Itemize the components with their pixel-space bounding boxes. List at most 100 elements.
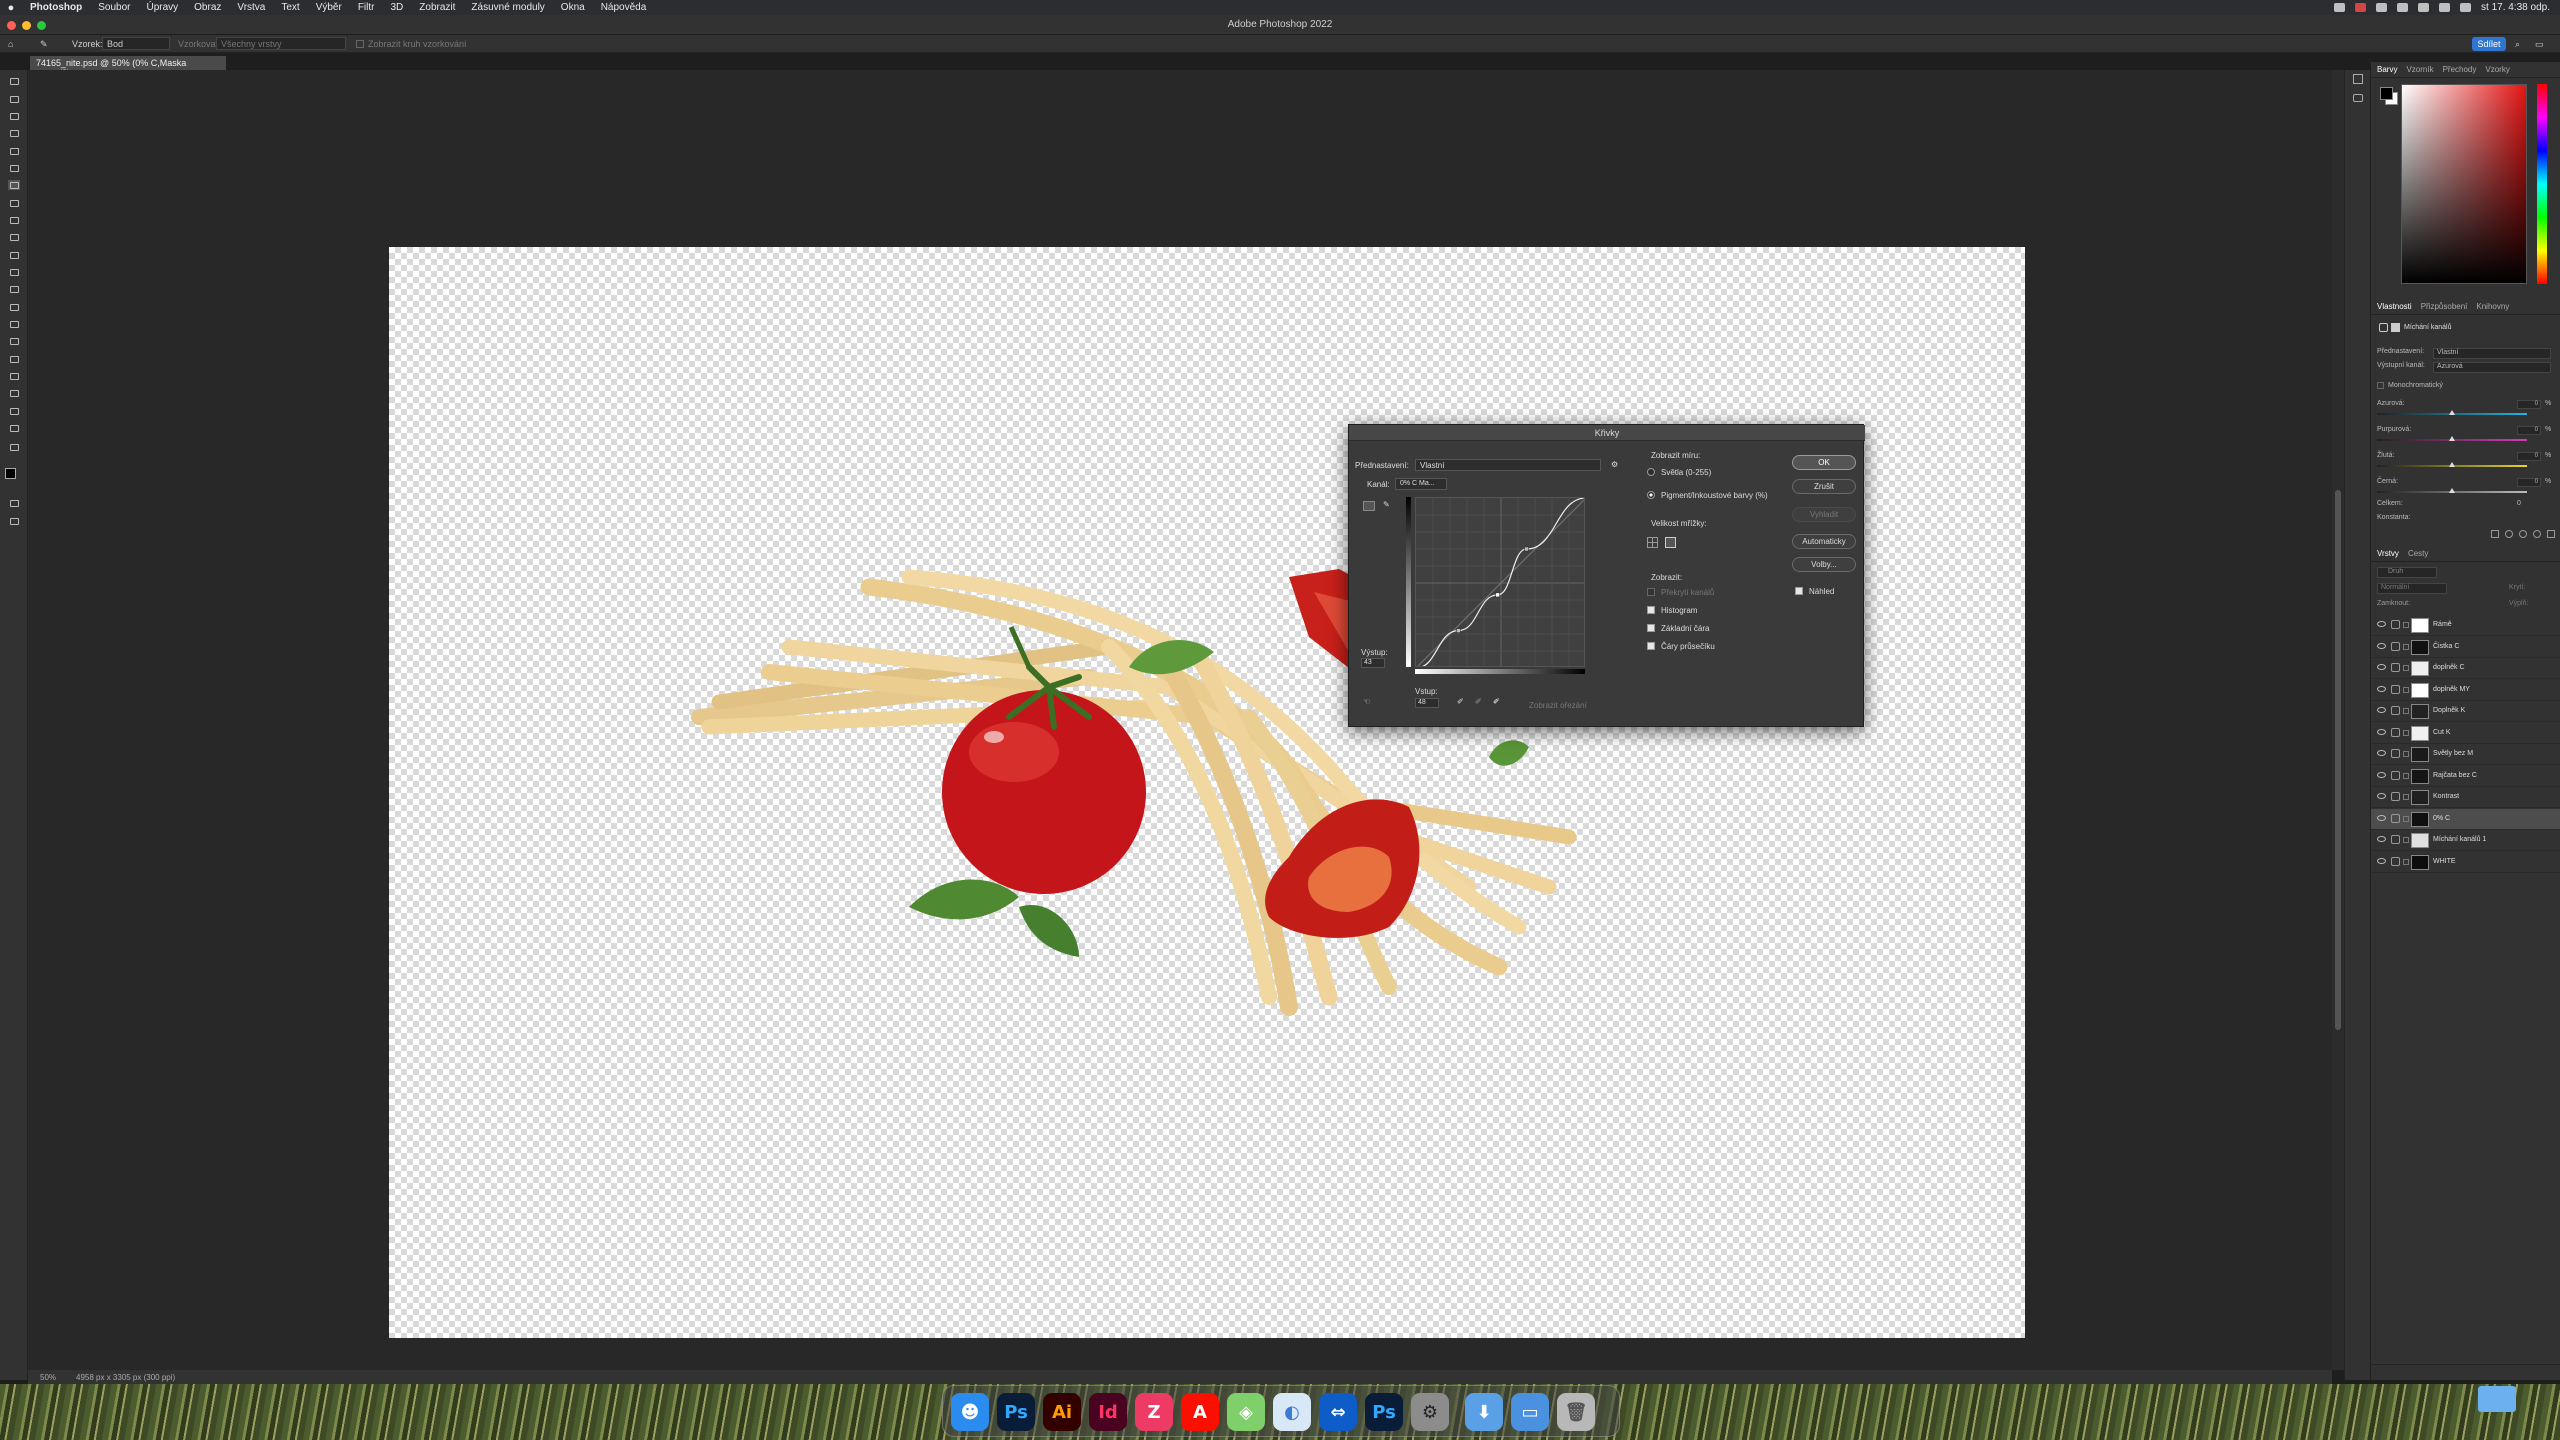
preset-options-icon[interactable]: ⚙: [1611, 460, 1618, 469]
tab-gradients[interactable]: Přechody: [2443, 65, 2477, 74]
menu-window[interactable]: Okna: [553, 2, 593, 13]
link-icon[interactable]: [2403, 622, 2409, 628]
gray-point-eyedropper-icon[interactable]: ✐: [1475, 697, 1482, 706]
output-value[interactable]: 43: [1361, 658, 1385, 668]
hue-slider[interactable]: [2537, 84, 2547, 284]
layer-row[interactable]: 0% C: [2371, 808, 2560, 830]
comments-panel-icon[interactable]: [2353, 94, 2363, 102]
menu-3d[interactable]: 3D: [383, 2, 412, 13]
input-value[interactable]: 48: [1415, 698, 1439, 708]
frame-tool-icon[interactable]: [8, 163, 20, 173]
curve-point-tool-icon[interactable]: [1363, 501, 1375, 511]
visibility-icon[interactable]: [2533, 530, 2541, 538]
layer-name[interactable]: 0% C: [2433, 815, 2450, 822]
monochrome-checkbox[interactable]: [2377, 382, 2384, 389]
trash-icon[interactable]: [2547, 530, 2555, 538]
layer-row[interactable]: Čistka C: [2371, 637, 2560, 658]
layer-name[interactable]: Doplněk K: [2433, 707, 2465, 714]
options-button[interactable]: Volby...: [1792, 557, 1856, 572]
curve-point[interactable]: [1583, 497, 1585, 501]
target-adjust-icon[interactable]: ☜: [1363, 697, 1370, 706]
blend-mode-select[interactable]: Normální: [2377, 583, 2447, 594]
blur-tool-icon[interactable]: [8, 302, 20, 312]
link-icon[interactable]: [2403, 815, 2409, 822]
clock[interactable]: st 17. 4:38 odp.: [2481, 2, 2550, 13]
slider-value[interactable]: 0: [2517, 400, 2541, 409]
eraser-tool-icon[interactable]: [8, 267, 20, 277]
bluetooth-icon[interactable]: [2376, 3, 2388, 12]
layer-mask-thumbnail[interactable]: [2411, 747, 2429, 762]
menu-app[interactable]: Photoshop: [22, 2, 90, 13]
home-icon[interactable]: ⌂: [8, 39, 13, 49]
more-tools-icon[interactable]: [8, 442, 20, 452]
move-tool-icon[interactable]: [8, 76, 20, 86]
dock-downloads-icon[interactable]: ⬇: [1465, 1393, 1503, 1431]
stamp-tool-icon[interactable]: [8, 232, 20, 242]
dock-maps-icon[interactable]: ◈: [1227, 1393, 1265, 1431]
layer-mask-thumbnail[interactable]: [2411, 618, 2429, 633]
dock-teamviewer-icon[interactable]: ⇔: [1319, 1393, 1357, 1431]
pencil-icon[interactable]: ✎: [1383, 500, 1390, 509]
layer-mask-thumbnail[interactable]: [2411, 704, 2429, 719]
histogram-checkbox[interactable]: [1647, 606, 1655, 614]
cancel-button[interactable]: Zrušit: [1792, 479, 1856, 494]
marquee-tool-icon[interactable]: [8, 94, 20, 104]
vertical-scrollbar[interactable]: [2332, 70, 2344, 1370]
eye-icon[interactable]: [2377, 771, 2386, 778]
layer-name[interactable]: WHITE: [2433, 858, 2456, 865]
channel-slider[interactable]: Azurová: 0%: [2377, 400, 2553, 418]
brush-tool-icon[interactable]: [8, 215, 20, 225]
menu-view[interactable]: Zobrazit: [411, 2, 463, 13]
layer-mask-thumbnail[interactable]: [2411, 790, 2429, 805]
smooth-button[interactable]: Vyhladit: [1792, 507, 1856, 522]
layer-name[interactable]: Čistka C: [2433, 643, 2459, 650]
slider-handle[interactable]: [2449, 462, 2455, 467]
status-icon[interactable]: [2355, 3, 2367, 12]
tab-properties[interactable]: Vlastnosti: [2377, 302, 2412, 311]
clip-icon[interactable]: [2491, 530, 2499, 538]
tab-patterns[interactable]: Vzorky: [2485, 65, 2509, 74]
menu-help[interactable]: Nápověda: [593, 2, 655, 13]
layer-filter-input[interactable]: Druh: [2377, 567, 2437, 578]
foreground-color-swatch[interactable]: [5, 468, 16, 479]
lasso-tool-icon[interactable]: [8, 111, 20, 121]
menu-edit[interactable]: Úpravy: [138, 2, 186, 13]
zoom-level[interactable]: 50%: [40, 1373, 56, 1382]
black-point-eyedropper-icon[interactable]: ✐: [1457, 697, 1464, 706]
sample-size-select[interactable]: Bod: [102, 37, 170, 50]
slider-handle[interactable]: [2449, 436, 2455, 441]
layer-mask-thumbnail[interactable]: [2411, 682, 2429, 698]
layer-row[interactable]: doplněk C: [2371, 658, 2560, 679]
link-icon[interactable]: [2403, 858, 2409, 865]
layer-row[interactable]: WHITE: [2371, 852, 2560, 873]
link-icon[interactable]: [2403, 772, 2409, 779]
workspace-icon[interactable]: ▭: [2535, 39, 2544, 50]
show-clipping-label[interactable]: Zobrazit ořezání: [1529, 701, 1587, 710]
crop-tool-icon[interactable]: [8, 146, 20, 156]
eye-icon[interactable]: [2377, 836, 2386, 842]
eye-icon[interactable]: [2377, 793, 2386, 799]
curve-point[interactable]: [1524, 546, 1529, 552]
document-tab[interactable]: 74165_nite.psd @ 50% (0% C,Maska vrstvy/…: [30, 56, 226, 78]
tab-layers[interactable]: Vrstvy: [2377, 549, 2399, 558]
layer-name[interactable]: doplněk MY: [2433, 686, 2470, 693]
curve-point[interactable]: [1415, 665, 1419, 667]
layer-mask-thumbnail[interactable]: [2411, 661, 2429, 676]
eye-icon[interactable]: [2377, 685, 2386, 692]
tab-paths[interactable]: Cesty: [2408, 549, 2428, 558]
preset-select[interactable]: Vlastní: [2433, 348, 2551, 359]
tab-color[interactable]: Barvy: [2377, 65, 2397, 74]
channel-overlay-checkbox[interactable]: [1647, 588, 1655, 596]
layer-name[interactable]: Cut K: [2433, 729, 2451, 736]
eye-icon[interactable]: [2377, 664, 2386, 670]
shape-tool-icon[interactable]: [8, 388, 20, 398]
layer-mask-thumbnail[interactable]: [2411, 639, 2429, 655]
eye-icon[interactable]: [2377, 642, 2386, 649]
white-point-eyedropper-icon[interactable]: ✐: [1493, 697, 1500, 706]
dock-illustrator-icon[interactable]: Ai: [1043, 1393, 1081, 1431]
eye-icon[interactable]: [2377, 707, 2386, 713]
tab-swatches[interactable]: Vzorník: [2406, 65, 2433, 74]
path-select-icon[interactable]: [8, 371, 20, 381]
menu-plugins[interactable]: Zásuvné moduly: [463, 2, 552, 13]
menu-type[interactable]: Text: [273, 2, 307, 13]
